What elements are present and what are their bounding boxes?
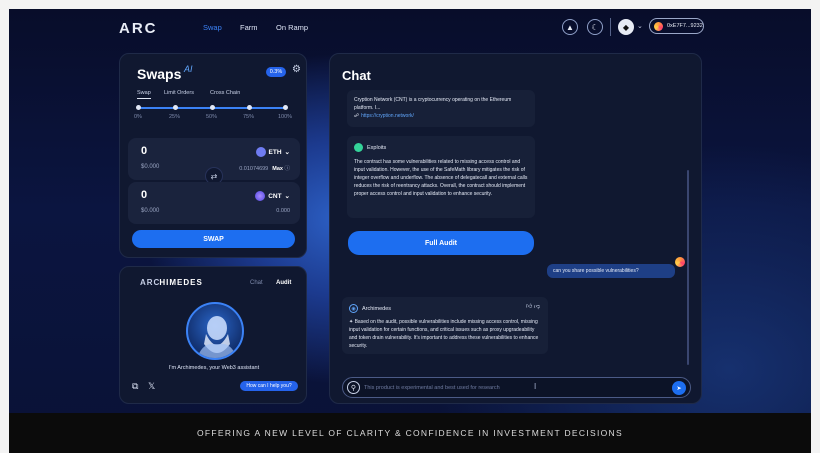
slider-stop-75[interactable]	[247, 105, 252, 110]
chat-input[interactable]	[364, 382, 534, 394]
cnt-icon	[255, 191, 266, 201]
tagline-banner: OFFERING A NEW LEVEL OF CLARITY & CONFID…	[9, 413, 811, 453]
swap-panel: Swaps AI 0.3% ⚙ Swap Limit Orders Cross …	[119, 53, 307, 258]
wallet-address: 0xE7F7...9232	[667, 23, 703, 29]
nav-link-swap[interactable]: Swap	[203, 23, 222, 32]
from-balance-value: 0.01074699	[239, 166, 269, 172]
assistant-reply-header: ◉ Archimedes	[349, 304, 542, 313]
archimedes-avatar	[186, 302, 244, 360]
chat-scrollbar[interactable]	[687, 170, 689, 365]
tab-chat[interactable]: Chat	[250, 280, 263, 286]
archimedes-portrait-icon	[197, 316, 237, 358]
gear-icon[interactable]: ⚙	[292, 64, 301, 75]
app-screen: ARC Swap Farm On Ramp ▲ ☾ ◆ ⌄ 0xE7F7...9…	[9, 9, 811, 453]
top-nav: ARC Swap Farm On Ramp ▲ ☾ ◆ ⌄ 0xE7F7...9…	[9, 9, 811, 45]
help-button[interactable]: How can I help you?	[240, 381, 298, 391]
nav-link-on-ramp[interactable]: On Ramp	[276, 23, 308, 32]
x-twitter-icon[interactable]: 𝕏	[148, 381, 155, 392]
nav-divider	[610, 18, 611, 36]
ai-badge: AI	[184, 64, 193, 74]
project-card: Cryption Network (CNT) is a cryptocurren…	[347, 90, 535, 127]
chevron-down-icon[interactable]: ⌄	[637, 22, 643, 30]
swap-button[interactable]: SWAP	[132, 230, 295, 248]
chat-panel: Chat Cryption Network (CNT) is a cryptoc…	[329, 53, 702, 404]
slider-stop-100[interactable]	[283, 105, 288, 110]
send-icon[interactable]: ➤	[672, 381, 686, 395]
exploits-title: Exploits	[367, 144, 387, 151]
chat-title: Chat	[342, 68, 371, 83]
to-amount-input[interactable]: 0	[141, 189, 147, 201]
archimedes-logo-left: ARC	[140, 278, 161, 287]
from-token-select[interactable]: ETH ⌄	[255, 147, 290, 157]
max-button[interactable]: Max	[272, 166, 283, 172]
chevron-down-icon: ⌄	[284, 149, 290, 156]
tab-swap[interactable]: Swap	[137, 90, 151, 96]
arc-logo[interactable]: ARC	[119, 20, 158, 37]
nav-link-farm[interactable]: Farm	[240, 23, 258, 32]
tab-cross-chain[interactable]: Cross Chain	[210, 90, 240, 96]
from-token-symbol: ETH	[268, 148, 282, 156]
to-token-symbol: CNT	[268, 192, 282, 200]
project-description: Cryption Network (CNT) is a cryptocurren…	[354, 97, 512, 111]
exploits-text: The contract has some vulnerabilities re…	[354, 159, 528, 197]
assistant-intro: I'm Archimedes, your Web3 assistant	[168, 365, 260, 371]
feedback-icons: 👍︎ 👎︎	[526, 303, 540, 311]
amount-slider[interactable]	[136, 105, 288, 110]
archimedes-logo: ARCHIMEDES	[140, 278, 203, 287]
to-token-select[interactable]: CNT ⌄	[255, 191, 290, 201]
thumbs-up-icon[interactable]: 👍︎	[526, 304, 532, 310]
chevron-down-icon: ⌄	[284, 193, 290, 200]
archimedes-panel: ARCHIMEDES Chat Audit I'm Archimedes, yo…	[119, 266, 307, 404]
assistant-reply-card: ◉ Archimedes 👍︎ 👎︎ ✦ Based on the audit, …	[342, 297, 548, 354]
slider-stop-50[interactable]	[210, 105, 215, 110]
archimedes-logo-right: HIMEDES	[159, 278, 203, 287]
full-audit-button[interactable]: Full Audit	[348, 231, 534, 255]
tab-limit-orders[interactable]: Limit Orders	[164, 90, 194, 96]
from-usd-value: $0.000	[141, 164, 160, 170]
to-usd-value: $0.000	[141, 208, 160, 214]
thumbs-down-icon[interactable]: 👎︎	[534, 304, 540, 310]
info-icon: ⓘ	[284, 166, 290, 172]
assistant-reply-body: Based on the audit, possible vulnerabili…	[349, 319, 539, 349]
user-avatar	[675, 257, 685, 267]
swap-title: Swaps	[137, 66, 182, 82]
slider-label-100: 100%	[278, 114, 293, 120]
search-icon: ⚲	[347, 381, 360, 394]
wallet-avatar-icon	[654, 21, 663, 31]
slider-label-0: 0%	[134, 114, 142, 120]
slider-label-75: 75%	[243, 114, 255, 120]
active-tab-underline	[137, 98, 151, 99]
slider-label-25: 25%	[169, 114, 181, 120]
slider-stop-0[interactable]	[136, 105, 141, 110]
text-cursor-icon: I	[534, 382, 537, 391]
to-token-box: 0 $0.000 CNT ⌄ 0.000	[128, 182, 300, 224]
slider-label-50: 50%	[206, 114, 218, 120]
from-balance: 0.01074699 Max ⓘ	[239, 164, 290, 172]
eth-icon	[255, 147, 266, 157]
slider-stop-25[interactable]	[173, 105, 178, 110]
from-amount-input[interactable]: 0	[141, 145, 147, 157]
tab-audit[interactable]: Audit	[276, 280, 291, 286]
project-link[interactable]: https://cryption.network/	[361, 113, 414, 119]
exploits-header: Exploits	[354, 143, 528, 152]
bell-icon[interactable]: ▲	[562, 19, 578, 35]
assistant-name: Archimedes	[362, 305, 392, 312]
moon-icon[interactable]: ☾	[587, 19, 603, 35]
user-message: can you share possible vulnerabilities?	[547, 264, 675, 278]
to-balance: 0.000	[276, 208, 290, 214]
exploits-card: Exploits The contract has some vulnerabi…	[347, 136, 535, 218]
chat-input-bar: ⚲ I ➤	[342, 377, 691, 398]
wallet-button[interactable]: 0xE7F7...9232	[649, 18, 704, 34]
check-icon	[354, 143, 363, 152]
link-icon: ☍	[354, 113, 360, 119]
copy-icon[interactable]: ⧉	[132, 381, 138, 392]
slippage-badge[interactable]: 0.3%	[266, 67, 286, 77]
assistant-reply-text: ✦ Based on the audit, possible vulnerabi…	[349, 318, 542, 350]
project-link-row: ☍ https://cryption.network/	[354, 112, 528, 120]
archimedes-icon: ◉	[349, 304, 358, 313]
network-eth-icon[interactable]: ◆	[618, 19, 634, 35]
